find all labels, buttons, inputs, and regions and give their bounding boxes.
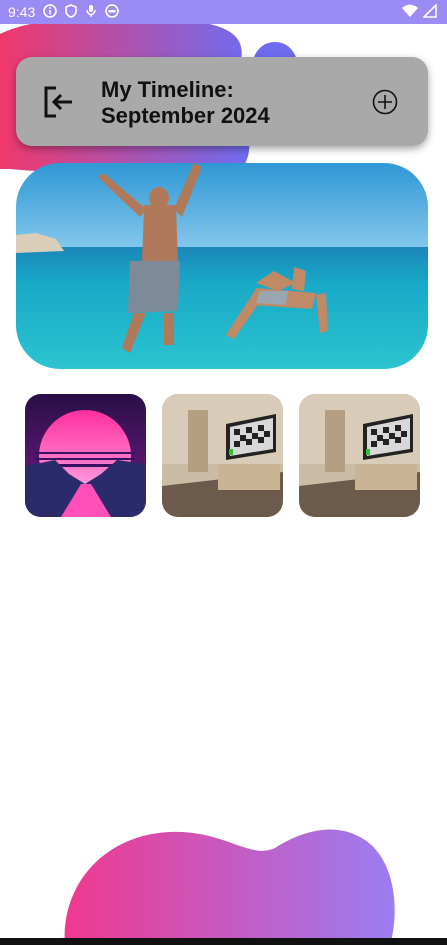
mic-icon	[85, 4, 97, 21]
hero-photo-image	[16, 163, 428, 369]
wifi-icon	[401, 4, 419, 21]
add-circle-icon	[372, 89, 398, 115]
gallery-item[interactable]	[162, 394, 283, 517]
navigation-bar	[0, 938, 447, 945]
status-bar: 9:43	[0, 0, 447, 24]
info-icon	[43, 3, 58, 21]
status-time: 9:43	[8, 4, 36, 20]
signal-icon	[422, 3, 437, 21]
gallery-item[interactable]	[25, 394, 146, 517]
room-tv-image-2	[299, 394, 420, 517]
hero-photo[interactable]	[16, 163, 428, 369]
shield-icon	[65, 3, 78, 21]
page-title: My Timeline: September 2024	[101, 77, 270, 128]
add-button[interactable]	[372, 89, 398, 115]
exit-button[interactable]	[42, 85, 76, 119]
exit-icon	[44, 86, 72, 118]
decorative-blob-bottom	[64, 829, 395, 945]
room-tv-image-1	[162, 394, 283, 517]
timeline-header-card: My Timeline: September 2024	[16, 57, 428, 146]
synthwave-sunset-image	[25, 394, 146, 517]
sync-icon	[105, 3, 120, 21]
gallery-item[interactable]	[299, 394, 420, 517]
